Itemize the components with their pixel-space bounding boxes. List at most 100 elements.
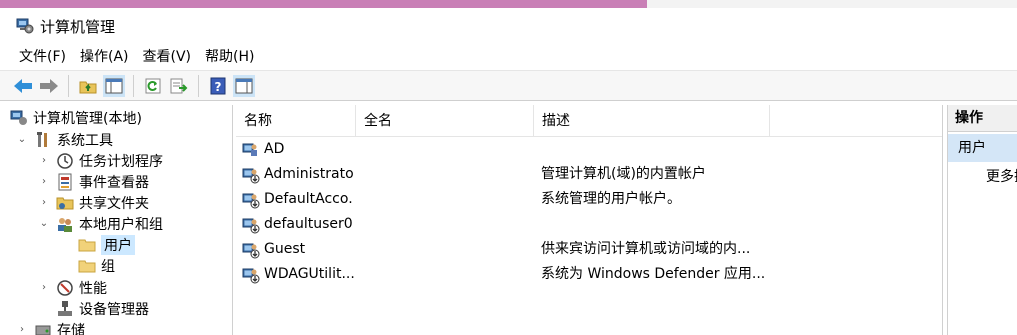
show-action-pane-button[interactable] (233, 74, 255, 97)
forward-button[interactable] (38, 75, 60, 97)
user-name-cell: defaultuser0 (264, 216, 353, 232)
table-row[interactable]: Administrator 管理计算机(域)的内置帐户 (236, 162, 942, 187)
user-name-cell: DefaultAcco... (264, 191, 354, 207)
tools-icon (37, 131, 47, 147)
user-fullname-cell (364, 237, 532, 262)
menu-help[interactable]: 帮助(H) (198, 45, 261, 69)
show-action-pane-icon (235, 78, 253, 93)
table-row[interactable]: defaultuser0 (236, 212, 942, 237)
folder-icon (78, 260, 96, 272)
column-header-name[interactable]: 名称 (236, 105, 356, 137)
tree-item-label: 用户 (101, 234, 135, 255)
forward-icon (40, 78, 58, 93)
folder-icon (78, 239, 96, 251)
desktop-background (0, 0, 1017, 8)
tree-item-label: 事件查看器 (79, 174, 149, 191)
users-group-icon (58, 217, 72, 232)
console-tree: 计算机管理(本地) ⌄ 系统工具 › 任务计划程序 › 事件查看器 › 共享文件… (6, 105, 233, 335)
table-row[interactable]: AD (236, 137, 942, 162)
tree-item-label: 计算机管理(本地) (33, 110, 142, 127)
user-fullname-cell (364, 187, 532, 212)
chevron-right-icon[interactable]: › (38, 176, 50, 188)
chevron-right-icon[interactable]: › (38, 282, 50, 294)
clock-icon (57, 152, 73, 169)
user-fullname-cell (364, 137, 532, 162)
user-name-cell: Guest (264, 241, 306, 257)
toolbar-separator (68, 74, 69, 97)
column-header-description[interactable]: 描述 (534, 105, 770, 137)
tree-item-label: 共享文件夹 (79, 195, 149, 212)
user-name-cell: AD (264, 141, 285, 157)
tree-item-local-users-groups[interactable]: ⌄ 本地用户和组 (38, 213, 163, 234)
user-icon (242, 143, 257, 156)
disabled-user-icon (242, 168, 260, 184)
user-fullname-cell (364, 262, 532, 287)
back-button[interactable] (12, 75, 34, 97)
tree-item-users[interactable]: 用户 (78, 234, 135, 255)
content-area: 计算机管理(本地) ⌄ 系统工具 › 任务计划程序 › 事件查看器 › 共享文件… (0, 105, 1017, 335)
tree-item-storage[interactable]: › 存储 (16, 319, 85, 335)
user-description-cell: 系统管理的用户帐户。 (541, 191, 681, 207)
computer-management-window: 计算机管理 文件(F) 操作(A) 查看(V) 帮助(H) ? 计算机管理(本地… (0, 8, 1017, 335)
title-bar: 计算机管理 (0, 8, 1017, 44)
chevron-down-icon[interactable]: ⌄ (16, 134, 28, 146)
performance-icon (57, 279, 73, 296)
tree-item-label: 性能 (79, 280, 107, 297)
export-list-icon (170, 78, 188, 93)
tree-item-system-tools[interactable]: ⌄ 系统工具 (16, 129, 113, 150)
help-button[interactable]: ? (207, 75, 229, 97)
disabled-user-icon (242, 193, 260, 209)
toolbar-separator (133, 74, 134, 97)
tree-item-device-manager[interactable]: 设备管理器 (56, 298, 149, 319)
more-actions-link[interactable]: 更多操作 (948, 162, 1017, 192)
list-header: 名称 全名 描述 (236, 105, 942, 137)
refresh-button[interactable] (142, 75, 164, 97)
toolbar-separator (198, 74, 199, 97)
table-row[interactable]: WDAGUtilit... 系统为 Windows Defender 应用... (236, 262, 942, 287)
export-list-button[interactable] (168, 75, 190, 97)
table-row[interactable]: DefaultAcco... 系统管理的用户帐户。 (236, 187, 942, 212)
tree-item-task-scheduler[interactable]: › 任务计划程序 (38, 150, 163, 171)
menu-view[interactable]: 查看(V) (136, 45, 199, 69)
tree-item-label: 系统工具 (57, 132, 113, 149)
chevron-right-icon[interactable]: › (16, 324, 28, 335)
user-fullname-cell (364, 212, 532, 237)
user-name-cell: Administrator (264, 166, 354, 182)
user-fullname-cell (364, 162, 532, 187)
user-description-cell: 管理计算机(域)的内置帐户 (541, 166, 706, 182)
disabled-user-icon (242, 268, 260, 284)
tree-item-label: 本地用户和组 (79, 216, 163, 233)
action-pane: 操作 用户 更多操作 (947, 105, 1017, 335)
window-title: 计算机管理 (40, 17, 116, 36)
menu-action[interactable]: 操作(A) (73, 45, 136, 69)
column-header-fullname[interactable]: 全名 (356, 105, 534, 137)
back-icon (14, 78, 32, 93)
show-hide-tree-button[interactable] (103, 74, 125, 97)
chevron-right-icon[interactable]: › (38, 197, 50, 209)
user-description-cell: 系统为 Windows Defender 应用... (541, 266, 766, 282)
user-description-cell (541, 212, 941, 237)
chevron-right-icon[interactable]: › (38, 155, 50, 167)
tree-item-label: 组 (101, 258, 115, 275)
tree-item-shared-folders[interactable]: › 共享文件夹 (38, 192, 149, 213)
action-pane-title: 操作 (948, 105, 1017, 132)
tree-item-label: 任务计划程序 (79, 153, 163, 170)
users-list: 名称 全名 描述 AD Administrator 管理计算机(域)的内置帐户 Def… (236, 105, 943, 335)
svg-text:?: ? (215, 80, 222, 94)
up-one-level-button[interactable] (77, 75, 99, 97)
tree-item-performance[interactable]: › 性能 (38, 277, 107, 298)
tree-item-groups[interactable]: 组 (78, 255, 115, 276)
toolbar: ? (0, 70, 1017, 101)
tree-item-event-viewer[interactable]: › 事件查看器 (38, 171, 149, 192)
menu-file[interactable]: 文件(F) (12, 45, 73, 69)
up-folder-icon (79, 81, 97, 93)
chevron-down-icon[interactable]: ⌄ (38, 218, 50, 230)
tree-item-computer-management[interactable]: 计算机管理(本地) (10, 107, 142, 128)
table-row[interactable]: Guest 供来宾访问计算机或访问域的内... (236, 237, 942, 262)
action-section-users[interactable]: 用户 (948, 134, 1017, 162)
shared-folder-icon (56, 197, 74, 209)
show-hide-tree-icon (105, 78, 123, 93)
tree-item-label: 存储 (57, 322, 85, 335)
device-manager-icon (58, 300, 72, 316)
help-icon: ? (210, 77, 226, 94)
